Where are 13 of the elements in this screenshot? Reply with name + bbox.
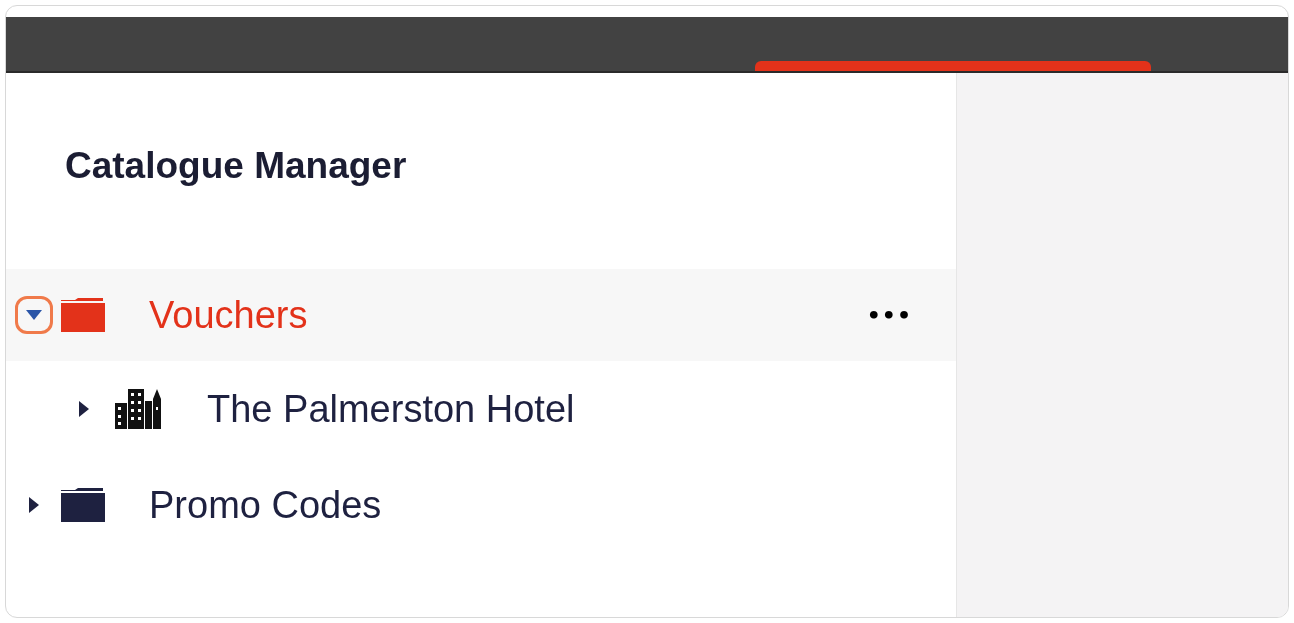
folder-icon [61, 488, 105, 522]
buildings-icon [115, 389, 163, 429]
caret-down-icon[interactable] [26, 310, 42, 320]
panel-title: Catalogue Manager [64, 144, 408, 188]
tree-item-label[interactable]: Vouchers [149, 293, 308, 337]
selected-tree-row[interactable]: Vouchers ••• [6, 269, 956, 361]
caret-right-icon[interactable] [79, 401, 89, 417]
more-options-button[interactable]: ••• [866, 302, 912, 328]
folder-icon [61, 298, 105, 332]
tree-item-label[interactable]: The Palmerston Hotel [207, 387, 575, 431]
caret-right-icon[interactable] [29, 497, 39, 513]
expand-toggle[interactable] [15, 296, 53, 334]
tree-item-label[interactable]: Promo Codes [149, 483, 382, 527]
